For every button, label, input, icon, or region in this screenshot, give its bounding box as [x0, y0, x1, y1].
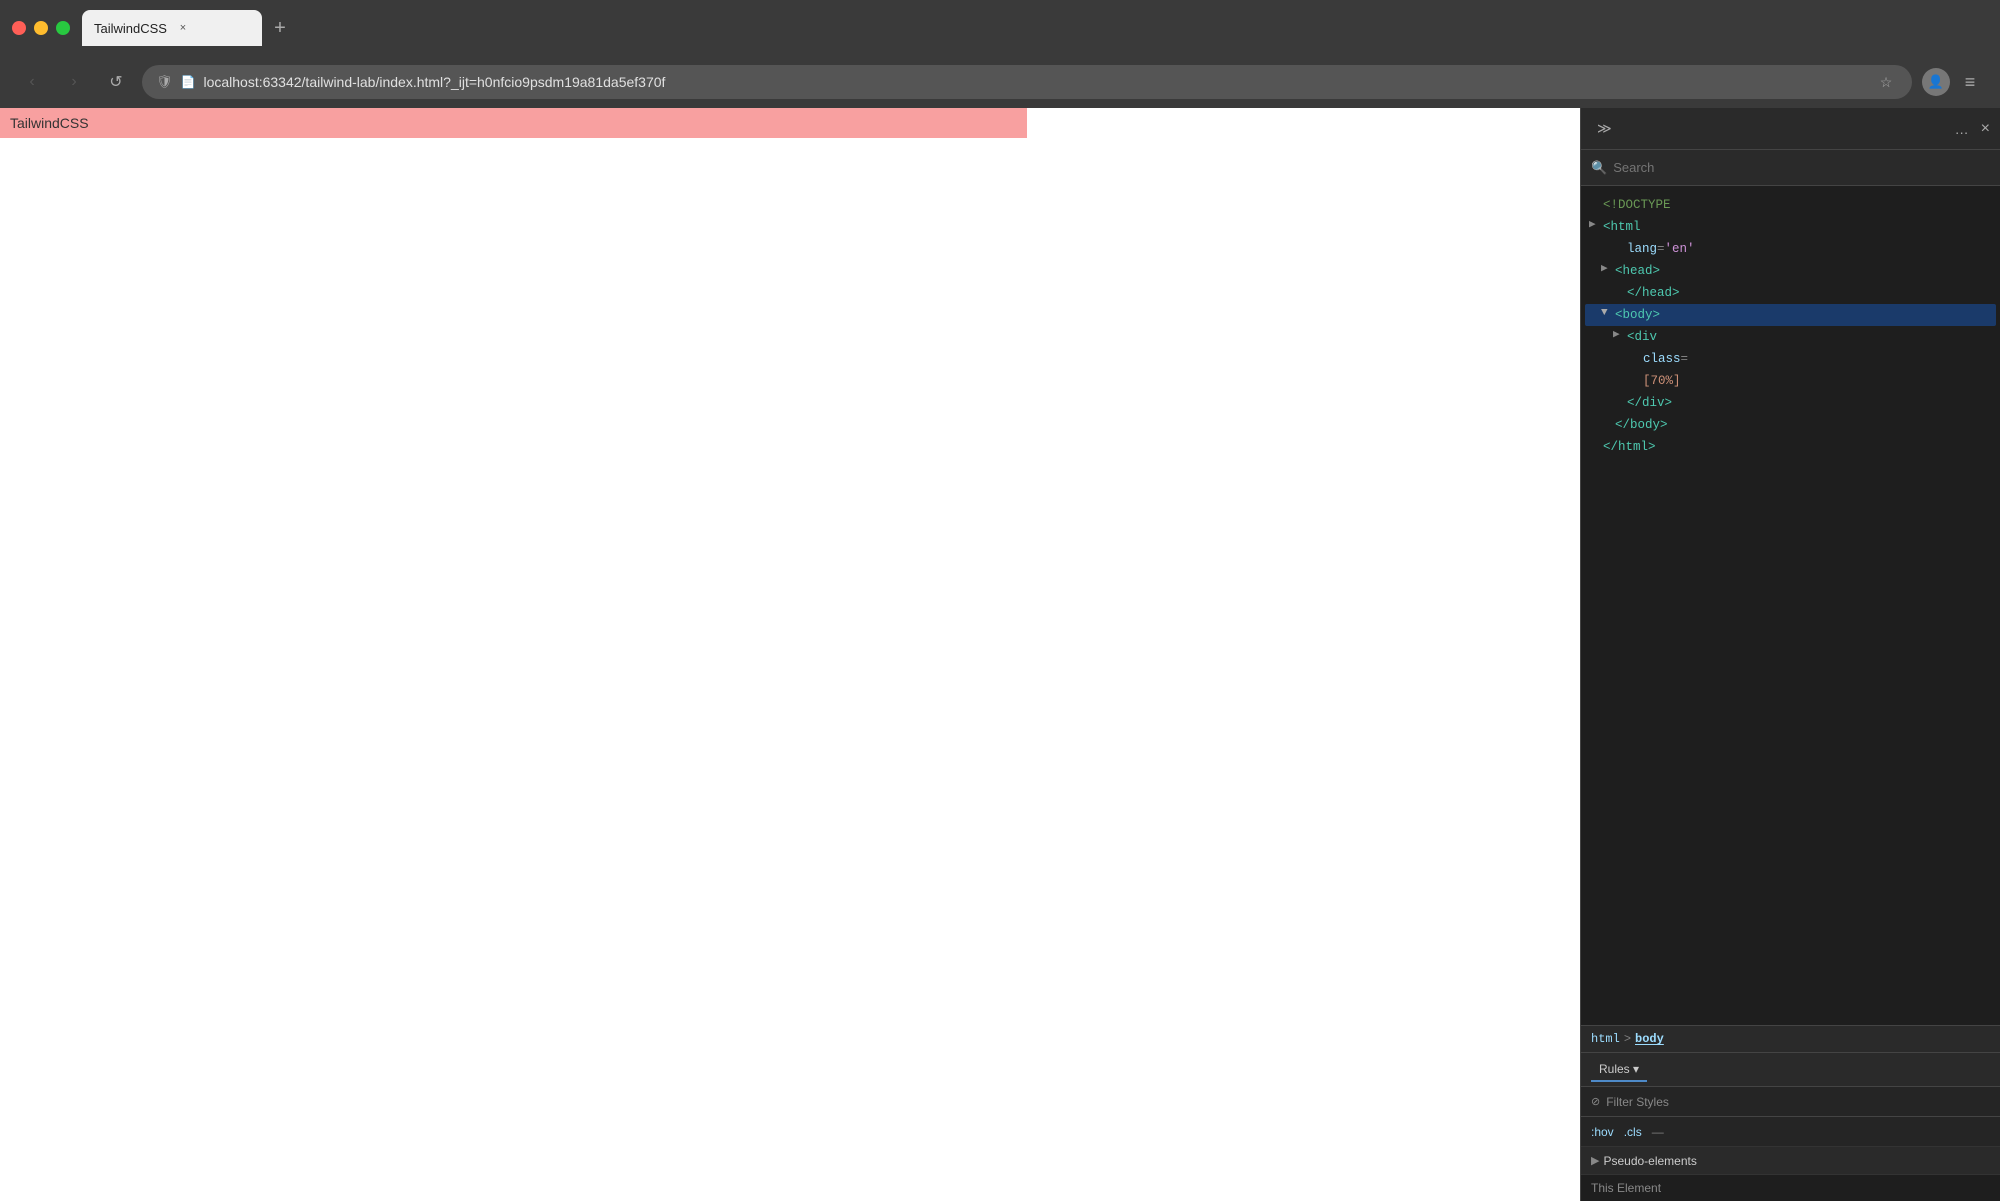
- dom-body-close[interactable]: </body>: [1585, 414, 1996, 436]
- rules-tab-label: Rules: [1599, 1062, 1630, 1076]
- pseudo-elements-label: Pseudo-elements: [1603, 1154, 1696, 1168]
- dom-breadcrumb: html > body: [1581, 1025, 2000, 1053]
- viewport: TailwindCSS: [0, 108, 1580, 1201]
- nav-right: 👤 ≡: [1922, 68, 1984, 96]
- bookmark-icon[interactable]: ☆: [1874, 70, 1898, 94]
- dom-arrow: ▶: [1601, 261, 1613, 279]
- pseudo-hov[interactable]: :hov: [1591, 1125, 1614, 1139]
- dom-head-open[interactable]: ▶ <head>: [1585, 260, 1996, 282]
- forward-button[interactable]: ›: [58, 66, 90, 98]
- browser-content: TailwindCSS ≫ … × 🔍 <!DOCTYPE: [0, 108, 2000, 1201]
- pseudo-elements-arrow[interactable]: ▶: [1591, 1154, 1599, 1167]
- this-element-section: This Element: [1581, 1175, 2000, 1201]
- back-icon: ‹: [29, 73, 34, 91]
- dom-div-close[interactable]: </div>: [1585, 392, 1996, 414]
- devtools-close-button[interactable]: ×: [1981, 120, 1990, 138]
- menu-icon: ≡: [1965, 72, 1976, 93]
- profile-icon: 👤: [1928, 74, 1944, 90]
- dom-arrow: ▶: [1613, 327, 1625, 345]
- devtools-search-bar: 🔍: [1581, 150, 2000, 186]
- tab-bar: TailwindCSS × +: [82, 10, 1988, 46]
- address-bar-container[interactable]: 🛡 📄 ☆: [142, 65, 1912, 99]
- page-banner: TailwindCSS: [0, 108, 1027, 138]
- dom-html-close[interactable]: </html>: [1585, 436, 1996, 458]
- tab-close-button[interactable]: ×: [175, 20, 191, 36]
- dom-tree: <!DOCTYPE ▶ <html lang='en' ▶ <head> </h…: [1581, 186, 2000, 1025]
- active-tab[interactable]: TailwindCSS ×: [82, 10, 262, 46]
- dom-body-open[interactable]: ▼ <body>: [1585, 304, 1996, 326]
- dom-div-class-attr[interactable]: class=: [1585, 348, 1996, 370]
- close-button[interactable]: [12, 21, 26, 35]
- forward-icon: ›: [71, 73, 76, 91]
- tab-title: TailwindCSS: [94, 21, 167, 36]
- pseudo-elements-section: ▶ Pseudo-elements: [1581, 1147, 2000, 1175]
- page-info-icon: 📄: [181, 75, 196, 89]
- reload-button[interactable]: ↺: [100, 66, 132, 98]
- nav-bar: ‹ › ↺ 🛡 📄 ☆ 👤 ≡: [0, 56, 2000, 108]
- new-tab-button[interactable]: +: [266, 14, 294, 42]
- dom-arrow: ▼: [1601, 305, 1613, 323]
- back-button[interactable]: ‹: [16, 66, 48, 98]
- breadcrumb-separator: >: [1624, 1032, 1631, 1046]
- search-icon: 🔍: [1591, 160, 1607, 176]
- devtools-expand-icon[interactable]: ≫: [1591, 116, 1618, 141]
- pseudo-classes-bar: :hov .cls —: [1581, 1117, 2000, 1147]
- page-title: TailwindCSS: [10, 115, 89, 131]
- filter-icon: ⊘: [1591, 1095, 1600, 1108]
- security-shield-icon: 🛡: [156, 74, 173, 90]
- devtools-toolbar: ≫ … ×: [1581, 108, 2000, 150]
- reload-icon: ↺: [109, 72, 122, 92]
- dom-doctype[interactable]: <!DOCTYPE: [1585, 194, 1996, 216]
- devtools-panel: ≫ … × 🔍 <!DOCTYPE ▶ <html: [1580, 108, 2000, 1201]
- rules-tab-chevron: ▾: [1633, 1062, 1639, 1076]
- filter-styles-label: Filter Styles: [1606, 1095, 1669, 1109]
- dom-div-class-value[interactable]: [70%]: [1585, 370, 1996, 392]
- filter-styles-bar: ⊘ Filter Styles: [1581, 1087, 2000, 1117]
- browser-window: TailwindCSS × + ‹ › ↺ 🛡 📄 ☆ 👤 ≡: [0, 0, 2000, 1201]
- address-input[interactable]: [203, 74, 1866, 90]
- breadcrumb-body[interactable]: body: [1635, 1032, 1664, 1046]
- minimize-button[interactable]: [34, 21, 48, 35]
- dom-head-close[interactable]: </head>: [1585, 282, 1996, 304]
- menu-button[interactable]: ≡: [1956, 68, 1984, 96]
- maximize-button[interactable]: [56, 21, 70, 35]
- rules-tab[interactable]: Rules ▾: [1591, 1058, 1647, 1082]
- dom-html-open[interactable]: ▶ <html: [1585, 216, 1996, 238]
- dom-html-lang[interactable]: lang='en': [1585, 238, 1996, 260]
- traffic-lights: [12, 21, 70, 35]
- breadcrumb-html[interactable]: html: [1591, 1032, 1620, 1046]
- dom-div-open[interactable]: ▶ <div: [1585, 326, 1996, 348]
- title-bar: TailwindCSS × +: [0, 0, 2000, 56]
- this-element-label: This Element: [1591, 1181, 1661, 1195]
- profile-button[interactable]: 👤: [1922, 68, 1950, 96]
- styles-toolbar: Rules ▾: [1581, 1053, 2000, 1087]
- devtools-search-input[interactable]: [1613, 160, 1990, 175]
- pseudo-cls[interactable]: .cls: [1624, 1125, 1642, 1139]
- pseudo-dash: —: [1652, 1125, 1664, 1139]
- devtools-more-icon[interactable]: …: [1949, 117, 1975, 141]
- dom-arrow: ▶: [1589, 217, 1601, 235]
